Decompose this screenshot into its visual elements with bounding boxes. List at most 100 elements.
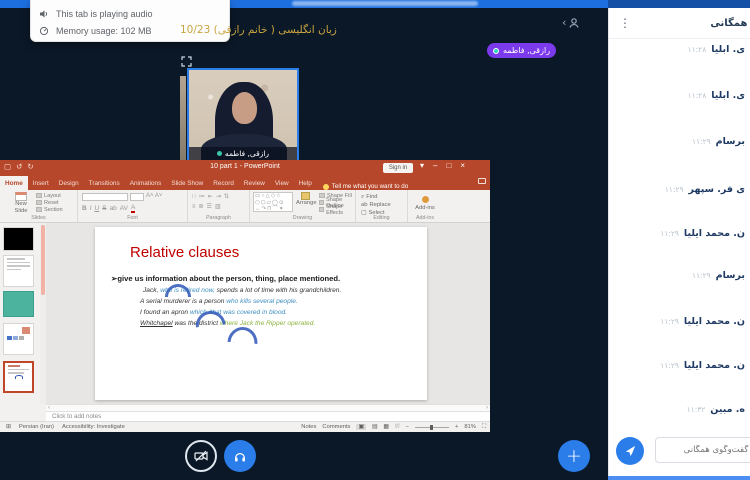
slide-thumbnail-2[interactable] bbox=[3, 255, 34, 287]
tab-view[interactable]: View bbox=[270, 176, 294, 190]
view-slideshow-icon[interactable]: ⛆ bbox=[395, 424, 400, 431]
person-face bbox=[232, 92, 257, 124]
presenter-status-dot-icon bbox=[493, 48, 499, 54]
close-button[interactable]: × bbox=[460, 161, 465, 170]
thumbnail-scrollbar-thumb[interactable] bbox=[41, 225, 45, 295]
presenter-badge[interactable]: رازقی, فاطمه bbox=[487, 43, 556, 58]
message-time: ۱۱:۲۸ bbox=[688, 45, 707, 54]
tab-animations[interactable]: Animations bbox=[125, 176, 167, 190]
tab-review[interactable]: Review bbox=[239, 176, 270, 190]
chat-message[interactable]: ۱۱:۳۲ ه. مبین bbox=[687, 404, 745, 415]
chat-message[interactable]: ۱۱:۲۹ ی فر. سپهر bbox=[665, 184, 745, 195]
slide-thumbnail-1[interactable] bbox=[3, 227, 34, 251]
chat-input[interactable] bbox=[655, 437, 750, 463]
strikethrough-button[interactable]: S bbox=[102, 205, 106, 212]
secondary-video-edge bbox=[180, 76, 186, 160]
participants-toggle[interactable]: ‹ bbox=[562, 16, 580, 29]
bold-button[interactable]: B bbox=[82, 205, 87, 212]
chat-menu-icon[interactable]: ⋮ bbox=[619, 16, 631, 30]
tab-slide-show[interactable]: Slide Show bbox=[166, 176, 208, 190]
slide-thumbnail-5-selected[interactable] bbox=[3, 361, 34, 393]
underline-button[interactable]: U bbox=[95, 205, 100, 212]
font-name-box[interactable] bbox=[82, 193, 128, 201]
group-label-addins: Add-ins bbox=[408, 215, 442, 221]
addins-icon[interactable] bbox=[422, 196, 429, 203]
font-size-box[interactable] bbox=[130, 193, 144, 201]
add-content-button[interactable]: + bbox=[558, 440, 590, 472]
ribbon-options-icon[interactable]: ▾ bbox=[420, 161, 424, 170]
message-time: ۱۱:۲۹ bbox=[660, 229, 679, 238]
chat-message[interactable]: ۱۱:۲۹ ن. محمد ایلیا bbox=[660, 228, 745, 239]
message-sender: ن. محمد ایلیا bbox=[684, 228, 745, 239]
notes-pane[interactable]: Click to add notes bbox=[46, 412, 490, 421]
slide-hscrollbar[interactable]: ‹› bbox=[46, 404, 490, 412]
language-status[interactable]: Persian (Iran) bbox=[19, 424, 54, 430]
comments-toggle[interactable]: Comments bbox=[322, 424, 350, 430]
char-spacing-icon[interactable]: AV bbox=[120, 205, 128, 212]
zoom-in-button[interactable]: + bbox=[455, 424, 458, 430]
list-indent-icons[interactable]: ∷≔⇤⇥⇅ bbox=[192, 193, 246, 200]
minimize-button[interactable]: – bbox=[433, 161, 437, 170]
zoom-level[interactable]: 81% bbox=[464, 424, 476, 430]
arrange-button[interactable]: Arrange bbox=[296, 192, 316, 213]
fit-to-window-icon[interactable]: ⛶ bbox=[482, 424, 486, 431]
zoom-slider-knob[interactable] bbox=[430, 425, 433, 430]
shapes-gallery[interactable]: ▭○△◇☆⬠⬡▱◯⊙↔↷⊓⌒✦ bbox=[253, 192, 293, 212]
message-time: ۱۱:۲۹ bbox=[692, 137, 711, 146]
chat-message[interactable]: ۱۱:۲۹ ن. محمد ایلیا bbox=[660, 360, 745, 371]
sidebar-bottom-strip bbox=[608, 476, 750, 480]
chat-message[interactable]: ۱۱:۲۸ ی. ابلیا bbox=[688, 44, 745, 55]
mic-status-dot-icon bbox=[217, 151, 222, 156]
chat-message[interactable]: ۱۱:۲۹ برسام bbox=[692, 270, 745, 281]
tell-me-box[interactable]: Tell me what you want to do bbox=[317, 183, 414, 190]
teacher-video[interactable]: رازقی, فاطمه bbox=[187, 68, 299, 162]
ppt-titlebar[interactable]: ▢ ↺ ↻ 10 part 1 - PowerPoint Sign in ▾ –… bbox=[0, 160, 490, 176]
tab-record[interactable]: Record bbox=[208, 176, 239, 190]
tell-me-text: Tell me what you want to do bbox=[332, 183, 408, 190]
ribbon-group-font: A˄ A˅ B I U S ab AV A Font bbox=[78, 190, 188, 222]
notes-toggle[interactable]: Notes bbox=[301, 424, 316, 430]
camera-toggle-button[interactable] bbox=[185, 440, 217, 472]
chat-message[interactable]: ۱۱:۲۹ برسام bbox=[692, 136, 745, 147]
view-normal-icon[interactable]: ▣ bbox=[356, 424, 365, 430]
replace-button[interactable]: abReplace bbox=[361, 201, 407, 209]
accessibility-status[interactable]: Accessibility: Investigate bbox=[62, 424, 125, 430]
new-slide-button[interactable]: New Slide bbox=[10, 192, 32, 215]
font-color-icon[interactable]: A bbox=[131, 204, 135, 213]
sign-in-button[interactable]: Sign in bbox=[383, 163, 413, 173]
chat-sidebar: ⋮ گفت‌وگوی همگانی ۱۱:۲۸ ی. ابلیا ۱۱:۲۸ ی… bbox=[608, 8, 750, 476]
align-icons[interactable]: ≡≣☰▥ bbox=[192, 203, 246, 210]
tab-design[interactable]: Design bbox=[54, 176, 84, 190]
italic-button[interactable]: I bbox=[90, 205, 92, 212]
send-message-button[interactable] bbox=[616, 437, 644, 465]
slide-thumbnail-4[interactable] bbox=[3, 323, 34, 355]
tab-transitions[interactable]: Transitions bbox=[84, 176, 125, 190]
chat-message[interactable]: ۱۱:۲۹ ن. محمد ایلیا bbox=[660, 316, 745, 327]
grow-shrink-font-icons[interactable]: A˄ A˅ bbox=[146, 193, 162, 201]
section-button[interactable]: Section bbox=[36, 206, 63, 213]
message-time: ۱۱:۲۹ bbox=[660, 361, 679, 370]
layout-button[interactable]: Layout bbox=[36, 192, 63, 199]
share-comment-icon[interactable] bbox=[478, 178, 486, 184]
ppt-ribbon-tabs: Home Insert Design Transitions Animation… bbox=[0, 176, 490, 190]
view-reading-icon[interactable]: ▦ bbox=[383, 424, 388, 430]
restore-button[interactable]: □ bbox=[446, 161, 451, 170]
reset-button[interactable]: Reset bbox=[36, 199, 63, 206]
expand-video-icon[interactable] bbox=[181, 56, 192, 67]
zoom-slider[interactable] bbox=[415, 427, 449, 428]
text-shadow-button[interactable]: ab bbox=[110, 205, 117, 212]
shape-effects-button[interactable]: Shape Effects bbox=[319, 206, 353, 213]
lightbulb-icon bbox=[323, 184, 329, 190]
zoom-out-button[interactable]: − bbox=[406, 424, 409, 430]
find-button[interactable]: ⌕Find bbox=[361, 193, 407, 201]
addins-button[interactable]: Add-ins bbox=[408, 205, 442, 212]
chat-message[interactable]: ۱۱:۲۸ ی. ابلیا bbox=[688, 90, 745, 101]
tab-insert[interactable]: Insert bbox=[28, 176, 54, 190]
tab-home[interactable]: Home bbox=[0, 176, 28, 190]
audio-toggle-button[interactable] bbox=[224, 440, 256, 472]
view-sorter-icon[interactable]: ▤ bbox=[372, 424, 377, 430]
tab-help[interactable]: Help bbox=[294, 176, 317, 190]
slide-canvas: Relative clauses ➢give us information ab… bbox=[46, 223, 490, 404]
divider bbox=[609, 38, 750, 39]
slide-thumbnail-3[interactable] bbox=[3, 291, 34, 317]
